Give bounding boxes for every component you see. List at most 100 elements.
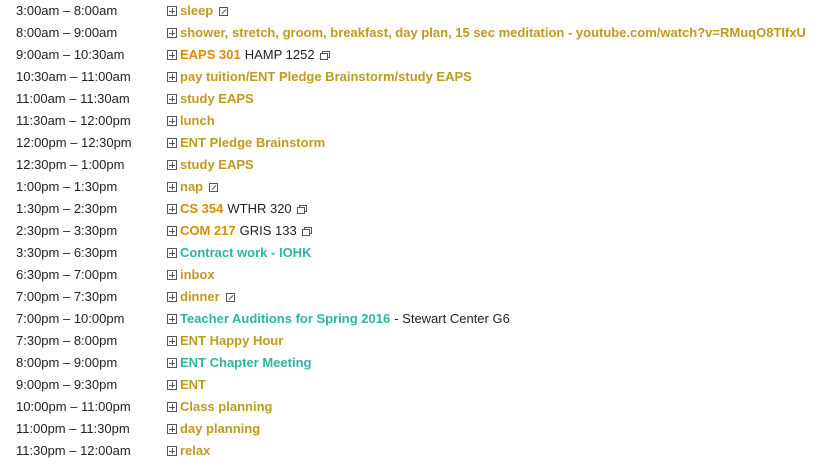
event-title[interactable]: ENT (180, 374, 206, 396)
expand-plus-icon[interactable] (167, 182, 177, 192)
agenda-row: 11:30am – 12:00pm lunch (0, 110, 825, 132)
event-location: GRIS 133 (239, 223, 297, 238)
agenda-row: 11:00pm – 11:30pm day planning (0, 418, 825, 440)
expand-plus-icon[interactable] (167, 446, 177, 456)
agenda-row: 7:30pm – 8:00pm ENT Happy Hour (0, 330, 825, 352)
event-entry: COM 217 GRIS 133 (167, 220, 312, 242)
event-title[interactable]: lunch (180, 110, 215, 132)
event-entry: dinner (167, 286, 235, 308)
expand-plus-icon[interactable] (167, 358, 177, 368)
event-title[interactable]: CS 354 (180, 198, 223, 220)
event-time: 11:30am – 12:00pm (16, 113, 131, 128)
agenda-row: 10:00pm – 11:00pm Class planning (0, 396, 825, 418)
declined-icon (209, 182, 219, 192)
event-entry: shower, stretch, groom, breakfast, day p… (167, 22, 806, 44)
event-title[interactable]: Class planning (180, 396, 272, 418)
popup-icon[interactable] (319, 51, 330, 60)
agenda-row: 9:00pm – 9:30pm ENT (0, 374, 825, 396)
event-entry: sleep (167, 0, 229, 22)
event-title[interactable]: sleep (180, 0, 213, 22)
event-time: 9:00pm – 9:30pm (16, 377, 118, 392)
agenda-row: 9:00am – 10:30am EAPS 301 HAMP 1252 (0, 44, 825, 66)
expand-plus-icon[interactable] (167, 28, 177, 38)
event-title[interactable]: study EAPS (180, 154, 254, 176)
agenda-list: 3:00am – 8:00am sleep 8:00am – 9:00am showe… (0, 0, 825, 462)
popup-icon-front (319, 53, 328, 60)
event-entry: ENT Pledge Brainstorm (167, 132, 325, 154)
popup-icon[interactable] (296, 205, 307, 214)
agenda-row: 12:00pm – 12:30pm ENT Pledge Brainstorm (0, 132, 825, 154)
event-location: - Stewart Center G6 (394, 311, 510, 326)
event-time: 6:30pm – 7:00pm (16, 267, 118, 282)
expand-plus-icon[interactable] (167, 72, 177, 82)
agenda-row: 7:00pm – 7:30pm dinner (0, 286, 825, 308)
agenda-row: 3:30pm – 6:30pm Contract work - IOHK (0, 242, 825, 264)
agenda-row: 11:30pm – 12:00am relax (0, 440, 825, 462)
event-title[interactable]: ENT Chapter Meeting (180, 352, 311, 374)
expand-plus-icon[interactable] (167, 292, 177, 302)
event-entry: CS 354 WTHR 320 (167, 198, 307, 220)
event-entry: ENT Happy Hour (167, 330, 283, 352)
agenda-row: 2:30pm – 3:30pm COM 217 GRIS 133 (0, 220, 825, 242)
expand-plus-icon[interactable] (167, 248, 177, 258)
event-entry: study EAPS (167, 154, 254, 176)
declined-icon (225, 292, 235, 302)
event-entry: nap (167, 176, 219, 198)
event-title[interactable]: pay tuition/ENT Pledge Brainstorm/study … (180, 66, 472, 88)
event-entry: relax (167, 440, 210, 462)
agenda-row: 1:30pm – 2:30pm CS 354 WTHR 320 (0, 198, 825, 220)
expand-plus-icon[interactable] (167, 204, 177, 214)
event-title[interactable]: relax (180, 440, 210, 462)
expand-plus-icon[interactable] (167, 380, 177, 390)
event-time: 1:00pm – 1:30pm (16, 179, 118, 194)
event-title[interactable]: study EAPS (180, 88, 254, 110)
event-title[interactable]: shower, stretch, groom, breakfast, day p… (180, 22, 806, 44)
event-time: 1:30pm – 2:30pm (16, 201, 118, 216)
event-location: HAMP 1252 (244, 47, 315, 62)
expand-plus-icon[interactable] (167, 424, 177, 434)
expand-plus-icon[interactable] (167, 402, 177, 412)
expand-plus-icon[interactable] (167, 50, 177, 60)
event-location: WTHR 320 (227, 201, 292, 216)
event-title[interactable]: dinner (180, 286, 220, 308)
event-entry: Class planning (167, 396, 272, 418)
expand-plus-icon[interactable] (167, 6, 177, 16)
event-time: 11:30pm – 12:00am (16, 443, 131, 458)
event-entry: Teacher Auditions for Spring 2016 - Stewa… (167, 308, 510, 330)
popup-icon-front (301, 229, 310, 236)
event-title[interactable]: COM 217 (180, 220, 236, 242)
event-title[interactable]: ENT Pledge Brainstorm (180, 132, 325, 154)
expand-plus-icon[interactable] (167, 116, 177, 126)
event-time: 3:00am – 8:00am (16, 3, 118, 18)
expand-plus-icon[interactable] (167, 94, 177, 104)
agenda-row: 3:00am – 8:00am sleep (0, 0, 825, 22)
expand-plus-icon[interactable] (167, 314, 177, 324)
event-title[interactable]: nap (180, 176, 203, 198)
event-time: 8:00pm – 9:00pm (16, 355, 118, 370)
event-title[interactable]: Teacher Auditions for Spring 2016 (180, 308, 390, 330)
expand-plus-icon[interactable] (167, 138, 177, 148)
event-time: 11:00am – 11:30am (16, 91, 130, 106)
agenda-row: 6:30pm – 7:00pm inbox (0, 264, 825, 286)
popup-icon-front (296, 207, 305, 214)
event-title[interactable]: inbox (180, 264, 215, 286)
event-entry: lunch (167, 110, 215, 132)
expand-plus-icon[interactable] (167, 160, 177, 170)
agenda-row: 7:00pm – 10:00pm Teacher Auditions for Sp… (0, 308, 825, 330)
event-entry: ENT Chapter Meeting (167, 352, 311, 374)
event-time: 12:30pm – 1:00pm (16, 157, 125, 172)
expand-plus-icon[interactable] (167, 270, 177, 280)
event-title[interactable]: Contract work - IOHK (180, 242, 311, 264)
popup-icon[interactable] (301, 227, 312, 236)
event-time: 11:00pm – 11:30pm (16, 421, 130, 436)
event-title[interactable]: day planning (180, 418, 260, 440)
event-time: 9:00am – 10:30am (16, 47, 125, 62)
event-time: 2:30pm – 3:30pm (16, 223, 118, 238)
event-title[interactable]: ENT Happy Hour (180, 330, 283, 352)
event-entry: study EAPS (167, 88, 254, 110)
expand-plus-icon[interactable] (167, 336, 177, 346)
expand-plus-icon[interactable] (167, 226, 177, 236)
event-entry: day planning (167, 418, 260, 440)
agenda-row: 11:00am – 11:30am study EAPS (0, 88, 825, 110)
event-title[interactable]: EAPS 301 (180, 44, 241, 66)
